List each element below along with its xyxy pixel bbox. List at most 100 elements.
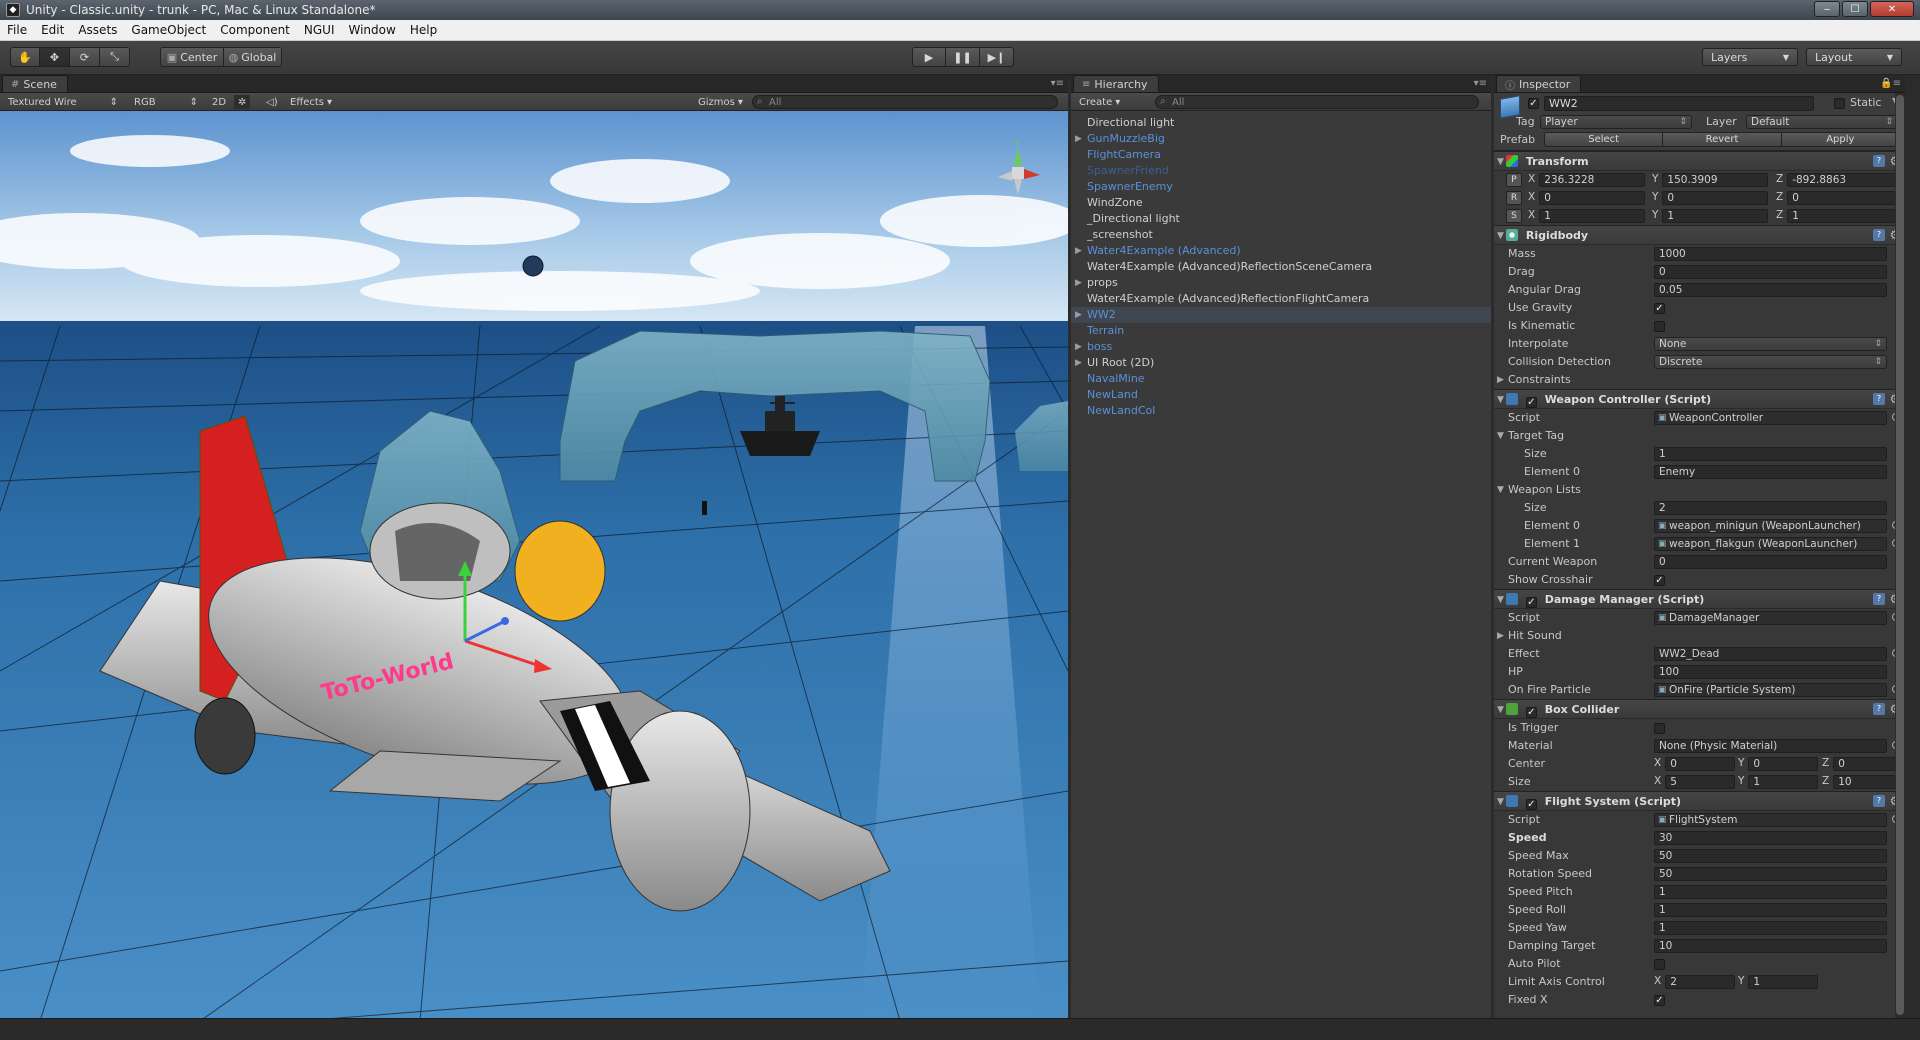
rigidbody-header[interactable]: ▼ Rigidbody ?⚙ — [1494, 225, 1905, 245]
weapon-lists-row[interactable]: ▼ Weapon Lists — [1494, 481, 1905, 499]
rotation-y-field[interactable]: 0 — [1662, 191, 1769, 205]
rotate-tool-icon[interactable]: ⟳ — [70, 47, 100, 67]
hit-sound-row[interactable]: ▶ Hit Sound — [1494, 627, 1905, 645]
maximize-button[interactable]: ☐ — [1842, 1, 1868, 17]
hierarchy-item[interactable]: Water4Example (Advanced)ReflectionFlight… — [1071, 291, 1491, 307]
panel-menu-icon[interactable]: ▾≡ — [1051, 78, 1064, 89]
weapon-element1-field[interactable]: weapon_flakgun (WeaponLauncher) — [1654, 537, 1887, 551]
tab-hierarchy[interactable]: ≡ Hierarchy — [1073, 75, 1159, 92]
menu-ngui[interactable]: NGUI — [297, 23, 342, 37]
hierarchy-item[interactable]: _Directional light — [1071, 211, 1491, 227]
rigidbody-checkbox[interactable] — [1654, 321, 1665, 332]
auto-pilot-checkbox[interactable] — [1654, 959, 1665, 970]
expand-arrow-icon[interactable]: ▶ — [1075, 275, 1082, 291]
hierarchy-item[interactable]: Directional light — [1071, 115, 1491, 131]
hand-tool-icon[interactable]: ✋ — [10, 47, 40, 67]
minimize-button[interactable]: ‒ — [1814, 1, 1840, 17]
static-checkbox[interactable] — [1834, 98, 1845, 109]
rigidbody-field[interactable]: 0.05 — [1654, 283, 1887, 297]
weapon-controller-header[interactable]: ▼ ✓ Weapon Controller (Script) ?⚙ — [1494, 389, 1905, 409]
center-x-field[interactable]: 0 — [1665, 757, 1736, 771]
target-tag-row[interactable]: ▼ Target Tag — [1494, 427, 1905, 445]
menu-assets[interactable]: Assets — [71, 23, 124, 37]
create-dropdown[interactable]: Create ▾ — [1075, 95, 1124, 109]
scale-x-field[interactable]: 1 — [1539, 209, 1646, 223]
hierarchy-item[interactable]: SpawnerFriend — [1071, 163, 1491, 179]
hierarchy-search-input[interactable]: ⌕ All — [1155, 95, 1479, 109]
scale-z-field[interactable]: 1 — [1787, 209, 1898, 223]
hierarchy-item[interactable]: FlightCamera — [1071, 147, 1491, 163]
draw-mode-dropdown[interactable]: Textured Wire ⇕ — [4, 95, 122, 109]
hierarchy-item[interactable]: ▶ WW2 — [1071, 307, 1491, 323]
effect-field[interactable]: WW2_Dead — [1654, 647, 1887, 661]
component-enabled-checkbox[interactable]: ✓ — [1525, 707, 1537, 718]
play-button[interactable]: ▶ — [912, 47, 946, 67]
audio-toggle-icon[interactable]: ◁) — [262, 95, 282, 109]
hierarchy-item[interactable]: Terrain — [1071, 323, 1491, 339]
menu-file[interactable]: File — [0, 23, 34, 37]
panel-menu-icon[interactable]: ▾≡ — [1474, 78, 1487, 89]
hierarchy-item[interactable]: _screenshot — [1071, 227, 1491, 243]
rotation-reset-button[interactable]: R — [1506, 191, 1522, 205]
hierarchy-item[interactable]: NavalMine — [1071, 371, 1491, 387]
rigidbody-dropdown[interactable]: None — [1654, 337, 1887, 351]
hierarchy-item[interactable]: ▶ UI Root (2D) — [1071, 355, 1491, 371]
expand-arrow-icon[interactable]: ▶ — [1075, 243, 1082, 259]
is-trigger-checkbox[interactable] — [1654, 723, 1665, 734]
center-z-field[interactable]: 0 — [1833, 757, 1904, 771]
lock-icon[interactable]: 🔒≡ — [1880, 78, 1901, 89]
prefab-revert-button[interactable]: Revert — [1663, 132, 1782, 147]
tab-scene[interactable]: # Scene — [2, 75, 68, 92]
scale-y-field[interactable]: 1 — [1662, 209, 1769, 223]
help-icon[interactable]: ? — [1873, 593, 1885, 605]
scrollbar-thumb[interactable] — [1896, 95, 1904, 1015]
position-reset-button[interactable]: P — [1506, 173, 1522, 187]
position-x-field[interactable]: 236.3228 — [1539, 173, 1646, 187]
pivot-center-button[interactable]: ▣ Center — [160, 47, 224, 67]
rotation-x-field[interactable]: 0 — [1539, 191, 1646, 205]
hierarchy-item[interactable]: NewLand — [1071, 387, 1491, 403]
component-enabled-checkbox[interactable]: ✓ — [1525, 397, 1537, 408]
active-checkbox[interactable]: ✓ — [1528, 98, 1539, 109]
scale-tool-icon[interactable]: ⤡ — [100, 47, 130, 67]
render-mode-dropdown[interactable]: RGB ⇕ — [130, 95, 202, 109]
hierarchy-item[interactable]: NewLandCol — [1071, 403, 1491, 419]
material-field[interactable]: None (Physic Material) — [1654, 739, 1887, 753]
prefab-select-button[interactable]: Select — [1544, 132, 1664, 147]
layer-dropdown[interactable]: Default — [1746, 115, 1898, 129]
rigidbody-field[interactable]: 1000 — [1654, 247, 1887, 261]
toggle-2d-button[interactable]: 2D — [208, 95, 230, 109]
menu-help[interactable]: Help — [403, 23, 444, 37]
gizmos-dropdown[interactable]: Gizmos ▾ — [694, 95, 747, 109]
target-tag-size-field[interactable]: 1 — [1654, 447, 1887, 461]
position-y-field[interactable]: 150.3909 — [1662, 173, 1769, 187]
help-icon[interactable]: ? — [1873, 795, 1885, 807]
position-z-field[interactable]: -892.8863 — [1787, 173, 1898, 187]
fs-script-field[interactable]: FlightSystem — [1654, 813, 1887, 827]
size-y-field[interactable]: 1 — [1748, 775, 1819, 789]
limit-y-field[interactable]: 1 — [1748, 975, 1819, 989]
flight-system-field[interactable]: 1 — [1654, 921, 1887, 935]
size-z-field[interactable]: 10 — [1833, 775, 1904, 789]
tab-inspector[interactable]: ⓘ Inspector — [1496, 75, 1582, 92]
show-crosshair-checkbox[interactable]: ✓ — [1654, 575, 1665, 586]
inspector-scrollbar[interactable] — [1895, 93, 1905, 1018]
hierarchy-item[interactable]: ▶ boss — [1071, 339, 1491, 355]
flight-system-field[interactable]: 1 — [1654, 903, 1887, 917]
hierarchy-item[interactable]: ▶ GunMuzzleBig — [1071, 131, 1491, 147]
hierarchy-item[interactable]: WindZone — [1071, 195, 1491, 211]
flight-system-field[interactable]: 30 — [1654, 831, 1887, 845]
transform-header[interactable]: ▼ Transform ?⚙ — [1494, 151, 1905, 171]
on-fire-particle-field[interactable]: OnFire (Particle System) — [1654, 683, 1887, 697]
lighting-toggle-icon[interactable]: ✲ — [234, 95, 251, 109]
component-enabled-checkbox[interactable]: ✓ — [1525, 597, 1537, 608]
rotation-z-field[interactable]: 0 — [1787, 191, 1898, 205]
menu-gameobject[interactable]: GameObject — [124, 23, 213, 37]
center-y-field[interactable]: 0 — [1748, 757, 1819, 771]
constraints-row[interactable]: ▶ Constraints — [1494, 371, 1905, 389]
flight-system-field[interactable]: 10 — [1654, 939, 1887, 953]
target-tag-element0-field[interactable]: Enemy — [1654, 465, 1887, 479]
step-button[interactable]: ▶❙ — [980, 47, 1014, 67]
tag-dropdown[interactable]: Player — [1540, 115, 1692, 129]
pause-button[interactable]: ❚❚ — [946, 47, 980, 67]
